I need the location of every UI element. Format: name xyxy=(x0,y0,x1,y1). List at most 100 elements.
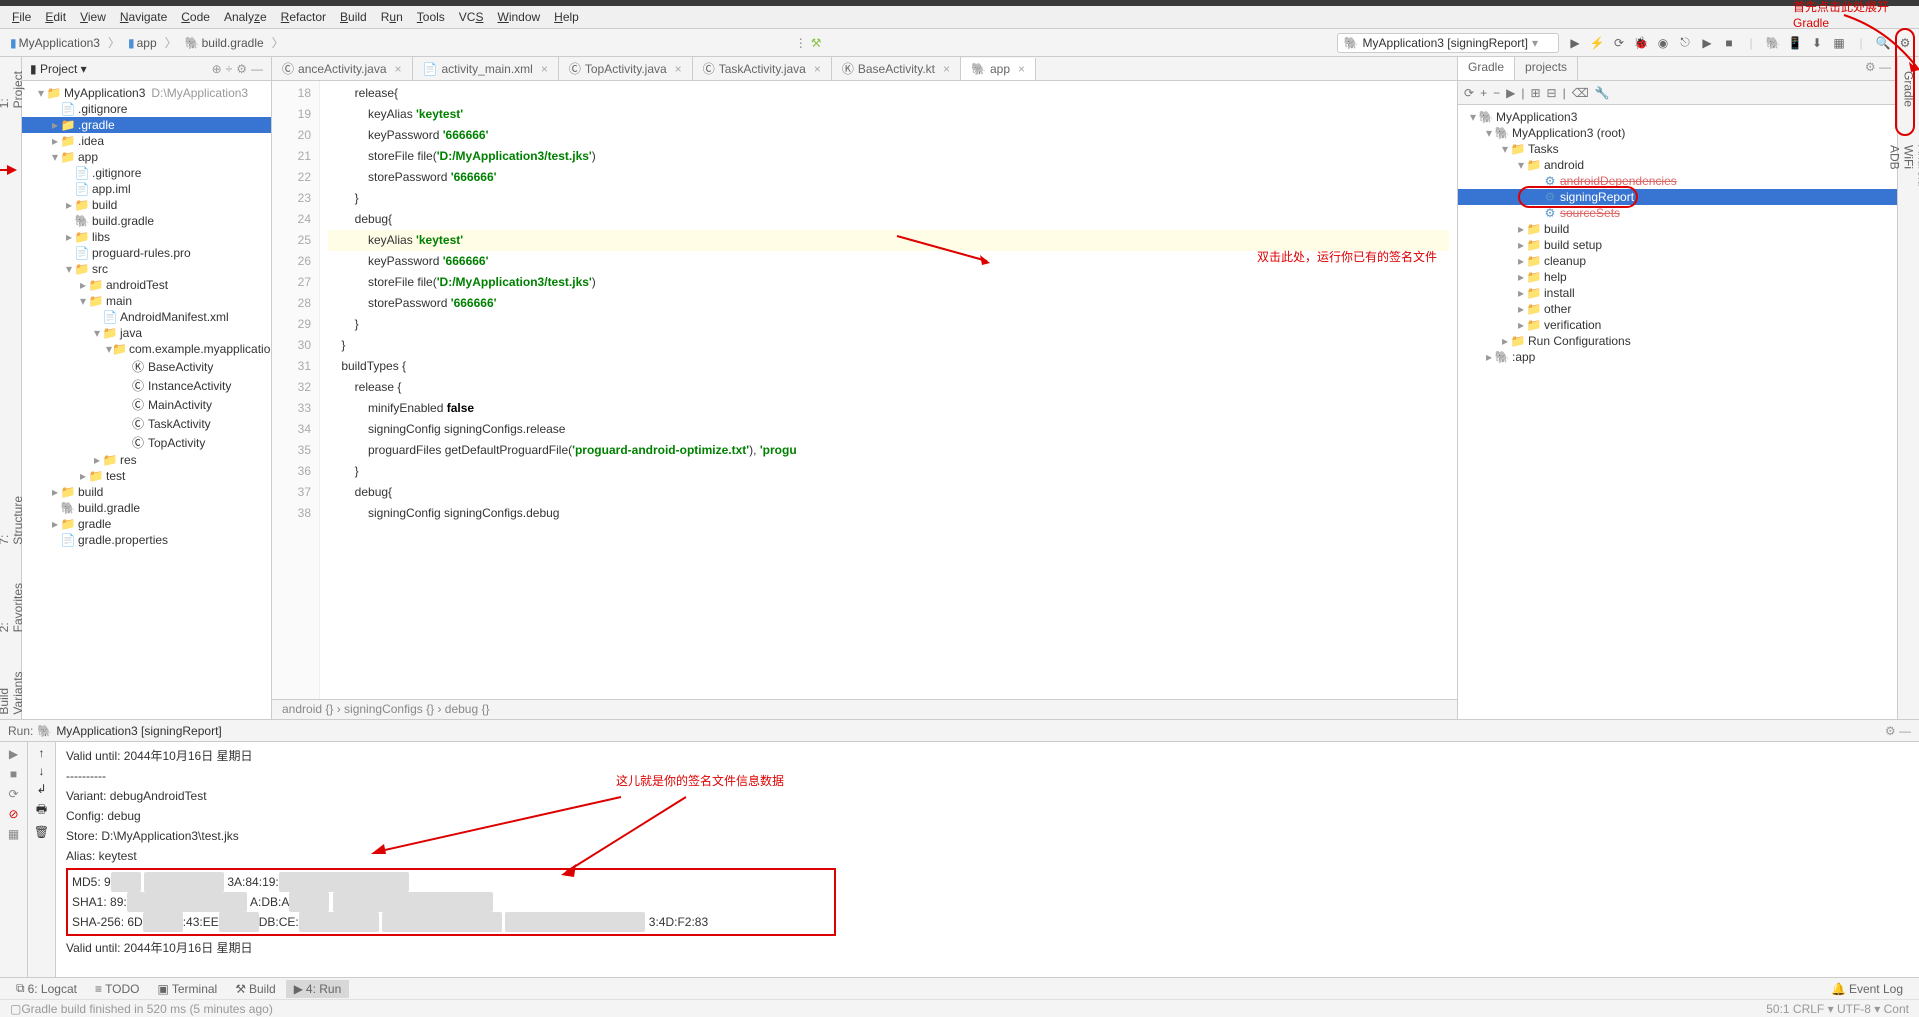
gradle-collapse-button[interactable]: ⊟ xyxy=(1547,86,1557,100)
run-tab[interactable]: ▶ 4: Run xyxy=(286,980,350,998)
rail-build-variants[interactable]: Build Variants xyxy=(0,666,25,719)
collapse-all-button[interactable]: ÷ xyxy=(226,62,233,76)
tree-node[interactable]: ▾📁main xyxy=(22,293,271,309)
clear-button[interactable]: 🗑 xyxy=(34,825,49,839)
logcat-tab[interactable]: ⧉ 6: Logcat xyxy=(8,979,85,998)
resource-manager-button[interactable]: ▦ xyxy=(1831,35,1847,51)
editor-breadcrumb[interactable]: android {} › signingConfigs {} › debug {… xyxy=(272,699,1457,719)
rail-project[interactable]: 1: Project xyxy=(0,67,25,112)
crumb-module[interactable]: ▮app xyxy=(124,34,161,52)
gradle-node[interactable]: ▸📁verification xyxy=(1458,317,1897,333)
search-button[interactable]: 🔍 xyxy=(1875,35,1891,51)
tree-node[interactable]: 📄.gitignore xyxy=(22,165,271,181)
gradle-gear-icon[interactable]: ⚙ — xyxy=(1859,57,1897,80)
tree-node[interactable]: ⒸInstanceActivity xyxy=(22,376,271,395)
gradle-node[interactable]: ▸🐘:app xyxy=(1458,349,1897,365)
tree-node[interactable]: ⓀBaseActivity xyxy=(22,357,271,376)
stop-button[interactable]: ■ xyxy=(1721,35,1737,51)
gradle-node[interactable]: ▸📁install xyxy=(1458,285,1897,301)
print-button[interactable]: 🖶 xyxy=(36,800,47,821)
console[interactable]: Valid until: 2044年10月16日 星期日 ---------- … xyxy=(56,742,1919,977)
tree-node[interactable]: ▸📁libs xyxy=(22,229,271,245)
editor-tab[interactable]: ⓀBaseActivity.kt× xyxy=(832,57,961,80)
sync-gradle-button[interactable]: 🐘 xyxy=(1765,35,1781,51)
tree-node[interactable]: ▾📁com.example.myapplication xyxy=(22,341,271,357)
build-tab[interactable]: ⚒ Build xyxy=(227,980,283,998)
tree-node[interactable]: ▸📁gradle xyxy=(22,516,271,532)
menu-navigate[interactable]: Navigate xyxy=(114,8,173,26)
editor-tab[interactable]: 📄activity_main.xml× xyxy=(413,57,559,80)
tree-node[interactable]: 🐘build.gradle xyxy=(22,500,271,516)
tree-node[interactable]: ▸📁.idea xyxy=(22,133,271,149)
apply-code-button[interactable]: ⟳ xyxy=(1611,35,1627,51)
gradle-tab[interactable]: Gradle xyxy=(1458,57,1515,80)
rail-favorites[interactable]: 2: Favorites xyxy=(0,579,25,636)
debug-button[interactable]: 🐞 xyxy=(1633,35,1649,51)
tree-node[interactable]: ▸📁res xyxy=(22,452,271,468)
menu-run[interactable]: Run xyxy=(375,8,409,26)
menu-code[interactable]: Code xyxy=(175,8,216,26)
gradle-node[interactable]: ▾🐘MyApplication3 (root) xyxy=(1458,125,1897,141)
gradle-node[interactable]: ▸📁other xyxy=(1458,301,1897,317)
editor-tab[interactable]: ⒸTopActivity.java× xyxy=(559,57,693,80)
tree-node[interactable]: ▾📁java xyxy=(22,325,271,341)
tree-node[interactable]: 📄proguard-rules.pro xyxy=(22,245,271,261)
gradle-minus-button[interactable]: − xyxy=(1493,86,1500,100)
attach-button[interactable]: ⎋ xyxy=(1677,35,1693,51)
gradle-node[interactable]: ▾📁Tasks xyxy=(1458,141,1897,157)
gradle-node[interactable]: ▸📁Run Configurations xyxy=(1458,333,1897,349)
run-button[interactable]: ▶ xyxy=(1567,35,1583,51)
editor-body[interactable]: 1819202122232425262728293031323334353637… xyxy=(272,81,1457,699)
menu-tools[interactable]: Tools xyxy=(411,8,451,26)
project-view-selector[interactable]: ▮ Project ▾ xyxy=(30,62,87,76)
tree-node[interactable]: ▸📁build xyxy=(22,484,271,500)
tree-node[interactable]: 📄.gitignore xyxy=(22,101,271,117)
tree-node[interactable]: ⒸTaskActivity xyxy=(22,414,271,433)
tree-node[interactable]: ⒸMainActivity xyxy=(22,395,271,414)
gradle-wrench-icon[interactable]: 🔧 xyxy=(1595,86,1610,100)
crumb-project[interactable]: ▮MyApplication3 xyxy=(6,34,104,52)
rail-structure[interactable]: 7: Structure xyxy=(0,492,25,549)
gradle-refresh-button[interactable]: ⟳ xyxy=(1464,86,1474,100)
tree-node[interactable]: 📄AndroidManifest.xml xyxy=(22,309,271,325)
event-log-button[interactable]: 🔔 Event Log xyxy=(1823,980,1911,998)
projects-tab[interactable]: projects xyxy=(1515,57,1578,80)
tree-node[interactable]: ▾📁app xyxy=(22,149,271,165)
gradle-node[interactable]: ⚙sourceSets xyxy=(1458,205,1897,221)
up-button[interactable]: ↑ xyxy=(39,746,45,760)
run-gear-icon[interactable]: ⚙ — xyxy=(1885,724,1911,738)
tree-node[interactable]: ▾📁MyApplication3D:\MyApplication3 xyxy=(22,85,271,101)
tree-node[interactable]: ▾📁src xyxy=(22,261,271,277)
sdk-manager-button[interactable]: ⬇ xyxy=(1809,35,1825,51)
gradle-node[interactable]: ⚙androidDependencies xyxy=(1458,173,1897,189)
gradle-node[interactable]: ▸📁cleanup xyxy=(1458,253,1897,269)
build-icon[interactable]: ⚒ xyxy=(811,36,822,50)
rail-gradle[interactable]: Gradle xyxy=(1902,67,1916,111)
hide-panel-button[interactable]: — xyxy=(251,62,263,76)
tree-node[interactable]: 📄gradle.properties xyxy=(22,532,271,548)
settings-button[interactable]: ⚙ xyxy=(1897,35,1913,51)
run-config-selector[interactable]: 🐘MyApplication3 [signingReport]▾ xyxy=(1337,33,1559,53)
tree-node[interactable]: 📄app.iml xyxy=(22,181,271,197)
tree-node[interactable]: ▸📁build xyxy=(22,197,271,213)
scroll-from-source-button[interactable]: ⊕ xyxy=(212,62,222,76)
gradle-node[interactable]: ▸📁build setup xyxy=(1458,237,1897,253)
apply-changes-button[interactable]: ⚡ xyxy=(1589,35,1605,51)
layout-button[interactable]: ▦ xyxy=(6,826,22,842)
avd-manager-button[interactable]: 📱 xyxy=(1787,35,1803,51)
restart-button[interactable]: ⟳ xyxy=(6,786,22,802)
menu-vcs[interactable]: VCS xyxy=(453,8,490,26)
exit-button[interactable]: ⊘ xyxy=(6,806,22,822)
terminal-tab[interactable]: ▣ Terminal xyxy=(150,980,226,998)
gradle-signing-report[interactable]: ⚙signingReport xyxy=(1458,189,1897,205)
rerun-button[interactable]: ▶ xyxy=(6,746,22,762)
menu-edit[interactable]: Edit xyxy=(39,8,72,26)
tree-node[interactable]: ⒸTopActivity xyxy=(22,433,271,452)
gradle-node[interactable]: ▸📁help xyxy=(1458,269,1897,285)
tree-node[interactable]: ▸📁test xyxy=(22,468,271,484)
editor-tab[interactable]: ⒸanceActivity.java× xyxy=(272,57,413,80)
project-tree[interactable]: ▾📁MyApplication3D:\MyApplication3📄.gitig… xyxy=(22,81,271,719)
crumb-file[interactable]: 🐘 build.gradle xyxy=(181,34,268,52)
editor-tab[interactable]: ⒸTaskActivity.java× xyxy=(693,57,832,80)
gradle-node[interactable]: ▾📁android xyxy=(1458,157,1897,173)
